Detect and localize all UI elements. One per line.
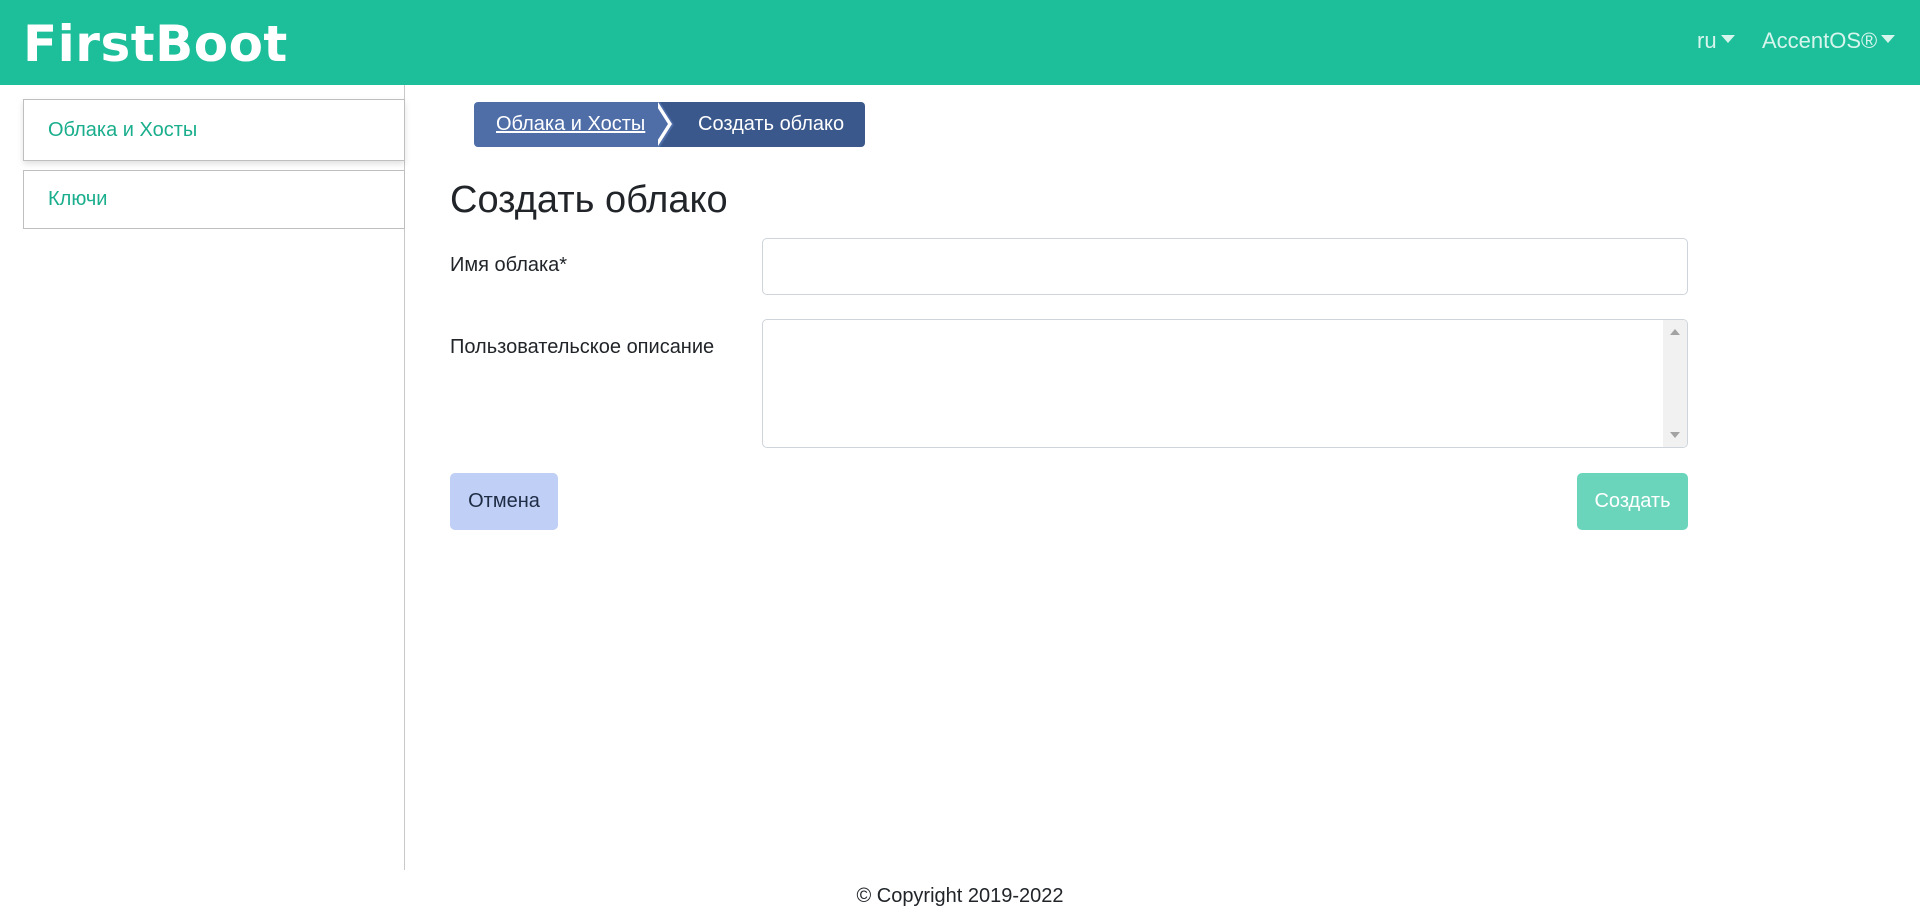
top-navbar: FirstBoot ru AccentOS® [0,0,1920,85]
organization-dropdown[interactable]: AccentOS® [1762,26,1896,56]
description-field [762,319,1688,448]
sidebar-item-clouds-hosts[interactable]: Облака и Хосты [23,99,405,161]
scroll-down-arrow-icon[interactable] [1670,432,1680,438]
language-dropdown[interactable]: ru [1697,26,1735,56]
breadcrumb-separator-fill [654,102,668,146]
cloud-name-input[interactable] [762,238,1688,295]
description-label: Пользовательское описание [450,336,715,358]
organization-label: AccentOS® [1762,28,1878,53]
breadcrumb-link-clouds-hosts[interactable]: Облака и Хосты [496,113,645,135]
chevron-down-icon [1720,35,1735,44]
chevron-down-icon [1881,35,1896,44]
sidebar-item-label: Ключи [48,188,108,210]
description-textarea[interactable] [763,320,1663,447]
create-button[interactable]: Создать [1577,473,1688,530]
breadcrumb-current: Создать облако [660,102,865,147]
breadcrumb-parent: Облака и Хосты [474,102,674,147]
scroll-up-arrow-icon[interactable] [1670,329,1680,335]
firstboot-logo[interactable]: FirstBoot [23,14,288,74]
page-title: Создать облако [450,179,728,221]
cancel-button[interactable]: Отмена [450,473,558,530]
cloud-name-label: Имя облака* [450,254,568,276]
footer-copyright: © Copyright 2019-2022 [856,885,1064,907]
sidebar-item-keys[interactable]: Ключи [23,170,405,229]
language-label: ru [1697,28,1717,53]
sidebar-item-label: Облака и Хосты [48,119,198,141]
textarea-scrollbar[interactable] [1663,320,1687,447]
